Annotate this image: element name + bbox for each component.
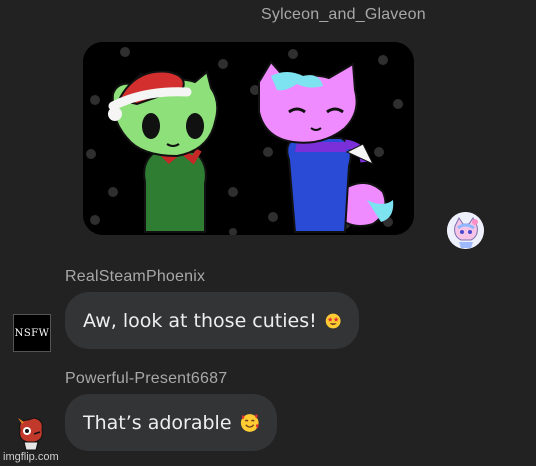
message-1-image[interactable]: [83, 42, 414, 235]
message-3-bubble[interactable]: That’s adorable: [65, 394, 277, 451]
message-3-text: That’s adorable: [83, 411, 232, 434]
message-3-username[interactable]: Powerful-Present6687: [65, 370, 227, 388]
imgflip-watermark: imgflip.com: [3, 451, 59, 463]
christmas-cats-drawing: [83, 42, 414, 235]
smiling-face-with-hearts-emoji-icon: [240, 413, 259, 432]
message-2-username[interactable]: RealSteamPhoenix: [65, 268, 205, 286]
message-2-bubble[interactable]: Aw, look at those cuties!: [65, 292, 359, 349]
star-struck-emoji-icon: [325, 313, 341, 328]
message-1-username[interactable]: Sylceon_and_Glaveon: [261, 6, 426, 24]
character-avatar-icon[interactable]: [14, 416, 48, 452]
avatar-drawing: [447, 212, 484, 249]
character-avatar-drawing: [18, 417, 43, 451]
message-2-text: Aw, look at those cuties!: [83, 309, 317, 332]
nsfw-avatar-label: NSFW: [14, 327, 50, 339]
sylveon-glaceon-avatar-icon[interactable]: [447, 212, 484, 249]
nsfw-avatar[interactable]: NSFW: [13, 314, 51, 352]
